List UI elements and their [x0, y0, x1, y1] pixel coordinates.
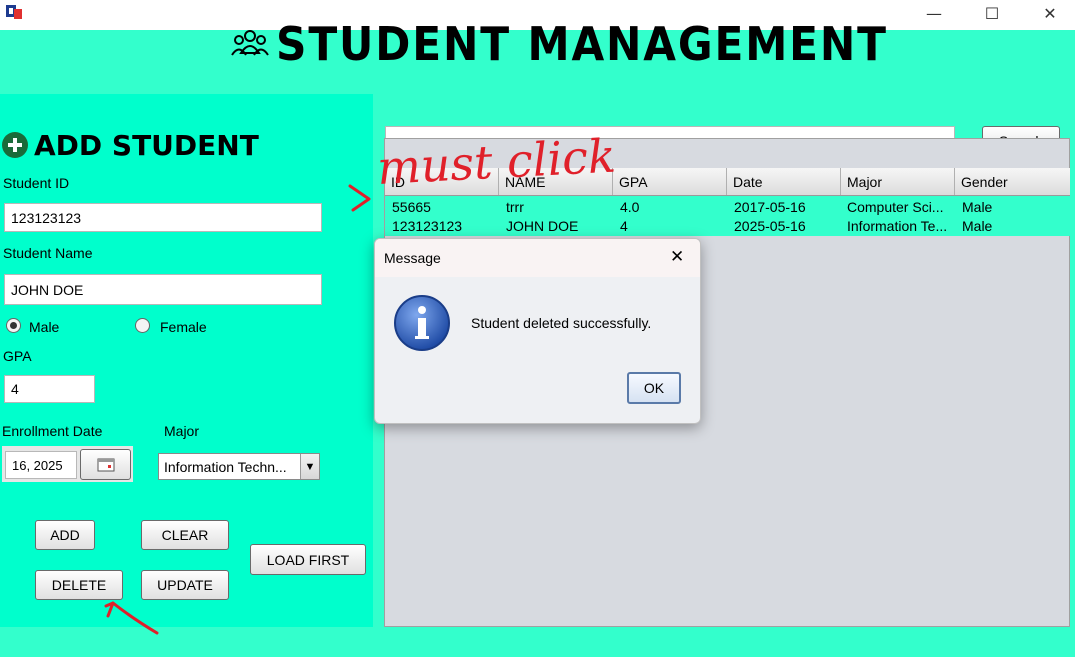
column-header-gender[interactable]: Gender [955, 168, 1070, 195]
calendar-icon [97, 458, 114, 471]
enrollment-date-label: Enrollment Date [2, 423, 103, 439]
student-id-field[interactable]: 123123123 [4, 203, 322, 232]
calendar-button[interactable] [80, 449, 131, 480]
add-button[interactable]: ADD [35, 520, 95, 550]
gpa-label: GPA [3, 348, 32, 364]
info-icon [394, 295, 450, 351]
close-button[interactable]: ✕ [1027, 0, 1073, 26]
add-student-title: ADD STUDENT [34, 129, 259, 162]
maximize-icon: ☐ [984, 3, 1000, 23]
enrollment-date-field[interactable]: 16, 2025 [5, 451, 77, 479]
dialog-close-icon[interactable]: ✕ [670, 247, 684, 267]
major-selected-value: Information Techn... [164, 459, 287, 475]
dialog-message: Student deleted successfully. [471, 315, 652, 331]
table-header: ID NAME GPA Date Major Gender [385, 168, 1070, 196]
table-cell: 4.0 [620, 199, 640, 215]
column-header-id[interactable]: ID [385, 168, 499, 195]
table-cell: 123123123 [392, 218, 463, 234]
page-title: STUDENT MANAGEMENT [276, 17, 888, 71]
table-cell: Computer Sci... [847, 199, 944, 215]
table-body: 55665 trrr 4.0 2017-05-16 Computer Sci..… [385, 196, 1070, 236]
table-cell: 2025-05-16 [734, 218, 806, 234]
column-header-name[interactable]: NAME [499, 168, 613, 195]
column-header-major[interactable]: Major [841, 168, 955, 195]
delete-button[interactable]: DELETE [35, 570, 123, 600]
clear-button[interactable]: CLEAR [141, 520, 229, 550]
student-name-field[interactable]: JOHN DOE [4, 274, 322, 305]
student-id-label: Student ID [3, 175, 70, 191]
load-first-button[interactable]: LOAD FIRST [250, 544, 366, 575]
maximize-button[interactable]: ☐ [969, 0, 1015, 26]
message-dialog: Message ✕ Student deleted successfully. … [374, 238, 701, 424]
female-radio[interactable] [135, 318, 150, 333]
student-name-label: Student Name [3, 245, 93, 261]
update-button[interactable]: UPDATE [141, 570, 229, 600]
ok-button[interactable]: OK [627, 372, 681, 404]
table-cell: 2017-05-16 [734, 199, 806, 215]
app-icon [4, 3, 24, 21]
column-header-date[interactable]: Date [727, 168, 841, 195]
table-cell: Male [962, 218, 993, 234]
major-label: Major [164, 423, 200, 439]
table-cell: trrr [506, 199, 524, 215]
table-row[interactable]: 55665 trrr 4.0 2017-05-16 Computer Sci..… [385, 197, 1070, 217]
table-cell: JOHN DOE [506, 218, 579, 234]
table-cell: 55665 [392, 199, 431, 215]
table-cell: Information Te... [847, 218, 948, 234]
gpa-field[interactable]: 4 [4, 375, 95, 403]
column-header-gpa[interactable]: GPA [613, 168, 727, 195]
male-radio[interactable] [6, 318, 21, 333]
major-combobox[interactable]: Information Techn... ▼ [158, 453, 320, 480]
students-icon [231, 30, 269, 56]
dialog-titlebar: Message ✕ [375, 239, 700, 277]
table-row[interactable]: 123123123 JOHN DOE 4 2025-05-16 Informat… [385, 217, 1070, 237]
table-cell: 4 [620, 218, 628, 234]
table-cell: Male [962, 199, 993, 215]
male-radio-label: Male [29, 319, 60, 335]
add-circle-icon [2, 132, 28, 158]
dialog-title: Message [384, 250, 441, 266]
female-radio-label: Female [160, 319, 207, 335]
page-header: STUDENT MANAGEMENT [230, 14, 941, 74]
close-icon: ✕ [1043, 3, 1057, 23]
dropdown-arrow-icon: ▼ [300, 454, 319, 479]
